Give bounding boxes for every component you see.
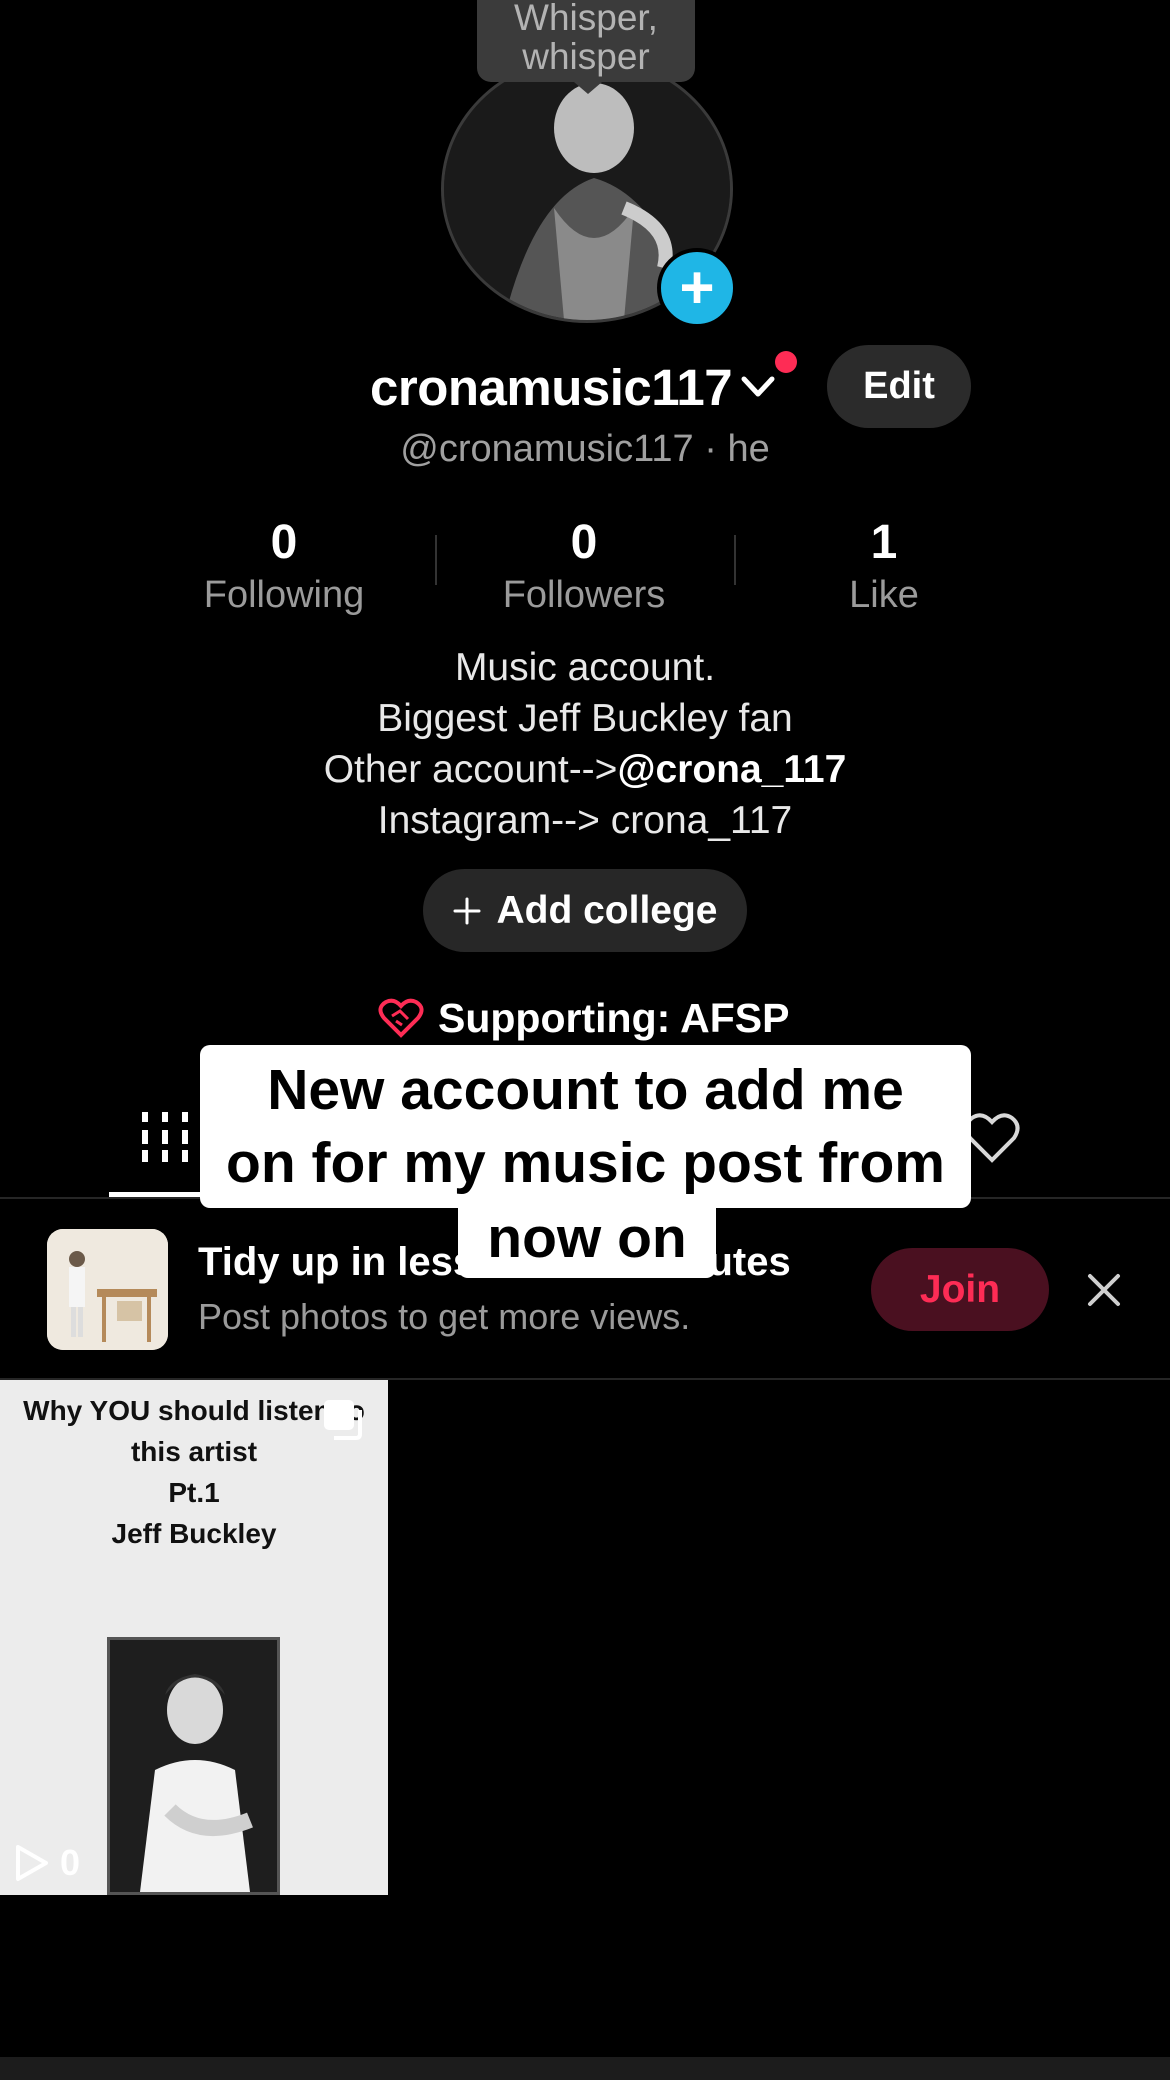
stat-following[interactable]: 0 Following — [174, 515, 394, 617]
add-college-button[interactable]: Add college — [423, 869, 747, 952]
chevron-down-icon — [741, 376, 775, 397]
following-count: 0 — [270, 516, 298, 569]
stat-likes[interactable]: 1 Like — [774, 515, 994, 617]
bio-line: Other account-->@crona_117 — [0, 744, 1170, 795]
liked-tab-heart-icon[interactable] — [962, 1110, 1022, 1166]
bio-line: Music account. — [454, 646, 716, 689]
stat-followers[interactable]: 0 Followers — [474, 515, 694, 617]
artist-photo — [110, 1640, 277, 1892]
caption-overlay-tail: now on — [458, 1208, 716, 1278]
play-count: 0 — [14, 1842, 80, 1884]
play-count-value: 0 — [60, 1842, 81, 1883]
bio-line: Biggest Jeff Buckley fan — [377, 697, 793, 740]
followers-label: Followers — [502, 574, 666, 616]
username: cronamusic117 — [370, 358, 733, 416]
join-button[interactable]: Join — [871, 1248, 1049, 1331]
add-college-label: Add college — [496, 888, 718, 932]
note-bubble[interactable]: Whisper, whisper — [477, 0, 695, 82]
supporting-cause[interactable]: Supporting: AFSP — [378, 992, 789, 1044]
video-photo — [107, 1637, 280, 1895]
bottom-nav-bar — [0, 2057, 1170, 2080]
promo-image — [47, 1229, 168, 1350]
notification-dot — [775, 351, 797, 373]
bio-text: Other account--> — [323, 748, 618, 791]
following-label: Following — [203, 574, 365, 616]
play-icon — [16, 1845, 48, 1881]
supporting-label: Supporting: AFSP — [438, 994, 790, 1041]
add-story-button[interactable]: + — [657, 248, 737, 328]
edit-profile-button[interactable]: Edit — [827, 345, 971, 428]
caption-line: on for my music post from — [226, 1131, 945, 1195]
promo-thumbnail — [47, 1229, 168, 1350]
grid-tab-icon[interactable] — [140, 1110, 190, 1166]
caption-line: New account to add me — [267, 1058, 904, 1122]
plus-icon: + — [679, 254, 715, 321]
followers-count: 0 — [570, 516, 598, 569]
plus-icon — [453, 897, 481, 924]
multi-photo-icon — [324, 1400, 362, 1440]
bio-mention-link[interactable]: @crona_117 — [617, 748, 846, 791]
handle-pronouns: @cronamusic117 · he — [400, 428, 770, 470]
stat-divider — [734, 535, 736, 585]
likes-count: 1 — [870, 516, 898, 569]
caption-overlay: New account to add me on for my music po… — [200, 1045, 971, 1208]
promo-subtitle: Post photos to get more views. — [198, 1296, 691, 1337]
bio-line: Instagram--> crona_117 — [377, 799, 793, 842]
close-icon[interactable] — [1086, 1272, 1122, 1308]
video-title-line: Pt.1 — [168, 1477, 220, 1508]
username-row[interactable]: cronamusic117 — [370, 352, 778, 422]
note-bubble-tail — [574, 82, 602, 94]
heart-handshake-icon — [378, 998, 424, 1038]
profile-bio: Music account. Biggest Jeff Buckley fan … — [0, 642, 1170, 846]
video-title-line: Jeff Buckley — [111, 1518, 277, 1549]
likes-label: Like — [849, 574, 919, 616]
stat-divider — [435, 535, 437, 585]
